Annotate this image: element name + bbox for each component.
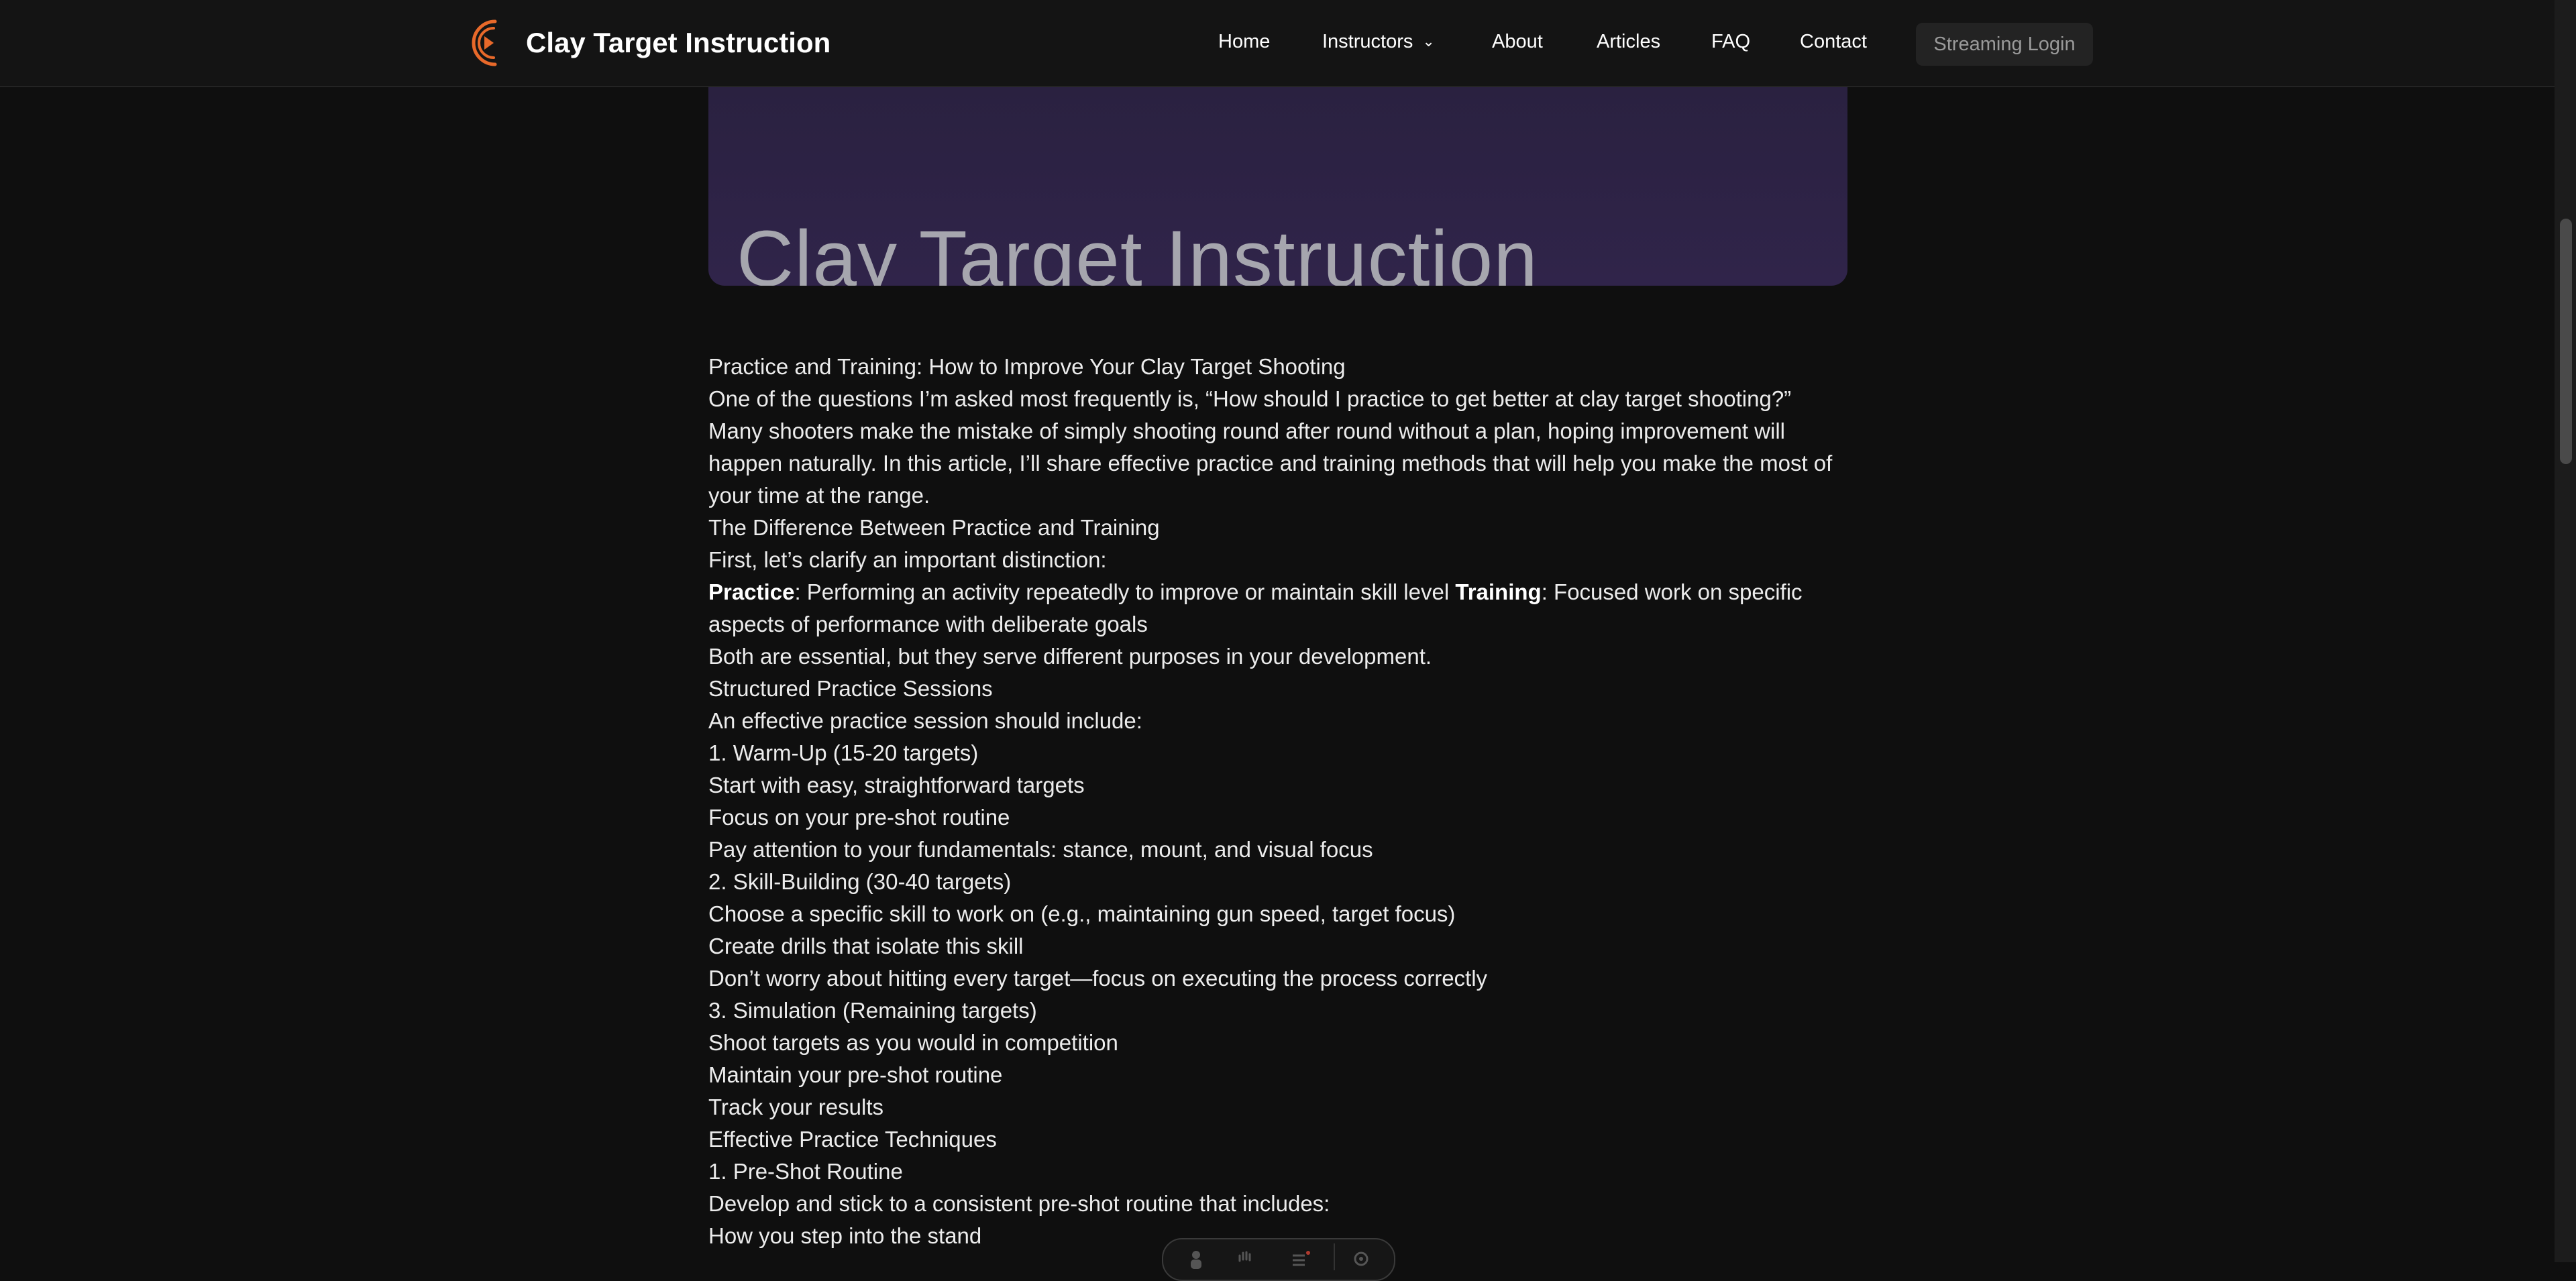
paragraph-both: Both are essential, but they serve diffe… [708, 644, 1432, 669]
logo-icon[interactable] [464, 16, 510, 70]
list-item: Track your results [708, 1095, 884, 1119]
list-item: Choose a specific skill to work on (e.g.… [708, 901, 1456, 926]
streaming-login-button[interactable]: Streaming Login [1916, 23, 2093, 66]
training-term: Training [1455, 579, 1542, 604]
step-pre-shot-routine: 1. Pre-Shot Routine [708, 1159, 903, 1184]
toolbar-divider [1334, 1243, 1335, 1270]
step-warmup: 1. Warm-Up (15-20 targets) [708, 740, 979, 765]
scrollbar-thumb[interactable] [2560, 219, 2572, 464]
paragraph-clarify: First, let’s clarify an important distin… [708, 547, 1107, 572]
hero-title: Clay Target Instruction [737, 215, 1538, 286]
list-item: Pay attention to your fundamentals: stan… [708, 837, 1373, 862]
article-body: Practice and Training: How to Improve Yo… [708, 351, 1849, 1252]
nav-home[interactable]: Home [1218, 31, 1270, 53]
nav-faq[interactable]: FAQ [1711, 31, 1750, 53]
scrollbar-track[interactable] [2555, 0, 2576, 1262]
step-simulation: 3. Simulation (Remaining targets) [708, 998, 1037, 1023]
nav-articles[interactable]: Articles [1597, 31, 1660, 53]
step-skill-building: 2. Skill-Building (30-40 targets) [708, 869, 1012, 894]
list-item: Maintain your pre-shot routine [708, 1062, 1003, 1087]
heading-techniques: Effective Practice Techniques [708, 1127, 997, 1152]
definitions: Practice: Performing an activity repeate… [708, 576, 1849, 640]
list-item: Don’t worry about hitting every target—f… [708, 966, 1488, 991]
person-icon[interactable] [1186, 1249, 1206, 1269]
nav-instructors[interactable]: Instructors ⌄ [1322, 31, 1435, 53]
article-title: Practice and Training: How to Improve Yo… [708, 354, 1346, 379]
heading-structured: Structured Practice Sessions [708, 676, 993, 701]
list-icon[interactable] [1291, 1249, 1311, 1269]
hand-icon[interactable] [1236, 1249, 1256, 1269]
hero-banner: Clay Target Instruction [708, 86, 1847, 286]
practice-term: Practice [708, 579, 795, 604]
nav-about[interactable]: About [1492, 31, 1543, 53]
heading-difference: The Difference Between Practice and Trai… [708, 515, 1160, 540]
list-item: Start with easy, straightforward targets [708, 773, 1085, 797]
nav-contact[interactable]: Contact [1800, 31, 1867, 53]
floating-toolbar [1162, 1238, 1395, 1281]
list-item: Focus on your pre-shot routine [708, 805, 1010, 830]
list-item: Shoot targets as you would in competitio… [708, 1030, 1118, 1055]
gear-icon[interactable] [1351, 1249, 1371, 1269]
list-item: Create drills that isolate this skill [708, 934, 1024, 958]
chevron-down-icon: ⌄ [1422, 33, 1435, 50]
article-intro: One of the questions I’m asked most freq… [708, 386, 1833, 508]
brand-name[interactable]: Clay Target Instruction [526, 27, 830, 59]
nav-instructors-label: Instructors [1322, 31, 1413, 52]
site-header: Clay Target Instruction Home Instructors… [0, 0, 2555, 87]
paragraph-routine-intro: Develop and stick to a consistent pre-sh… [708, 1191, 1330, 1216]
paragraph-session-intro: An effective practice session should inc… [708, 708, 1142, 733]
practice-definition: : Performing an activity repeatedly to i… [794, 579, 1456, 604]
